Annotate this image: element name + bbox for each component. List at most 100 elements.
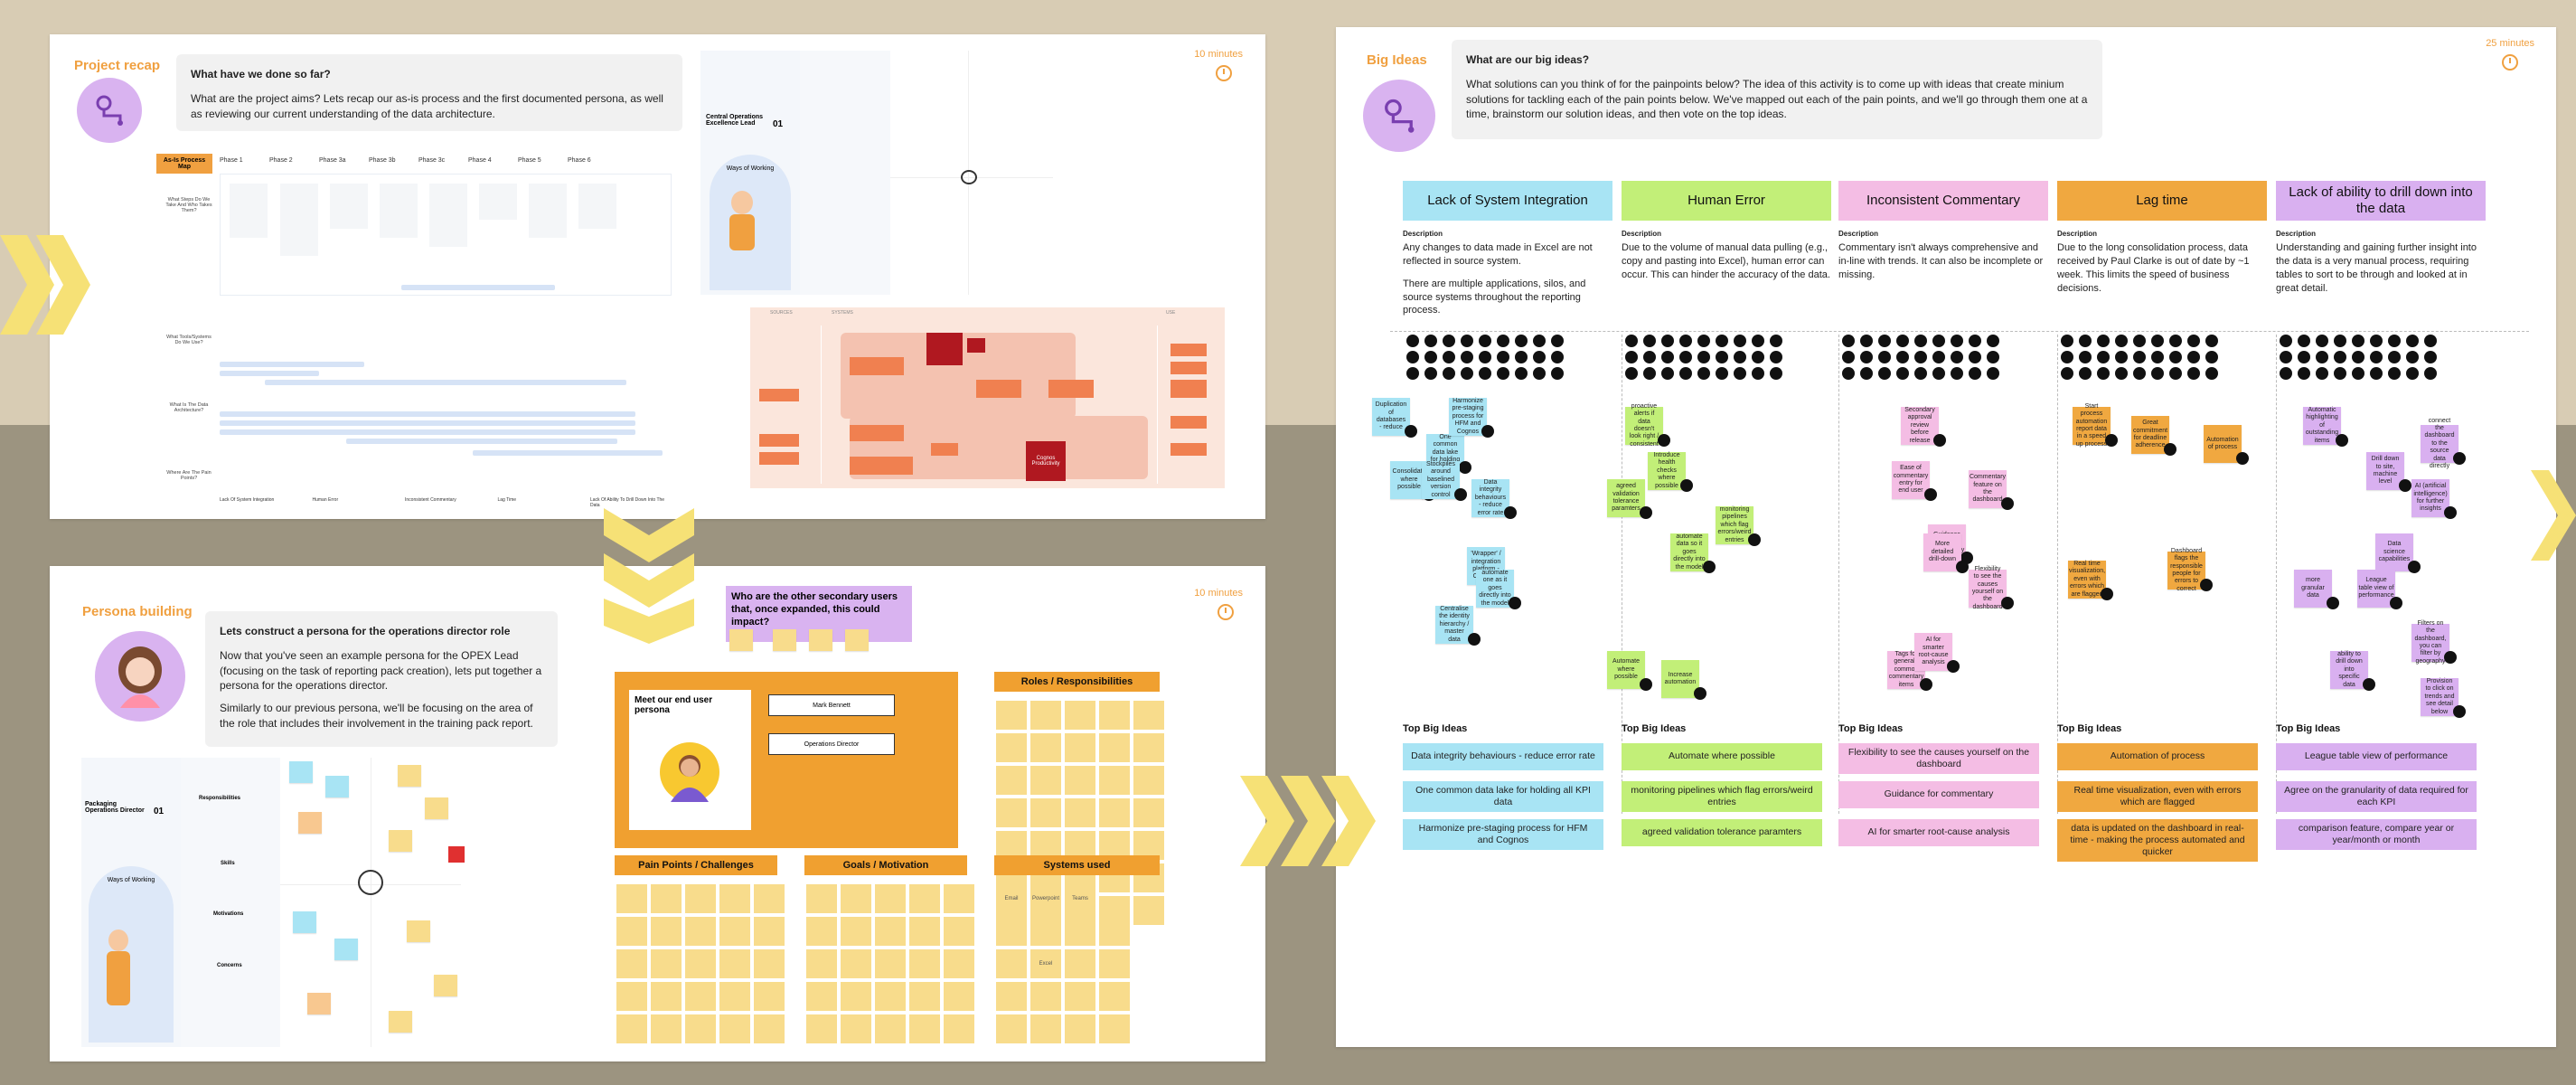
vote-dot[interactable] — [1497, 335, 1509, 347]
top-idea-card[interactable]: Guidance for commentary — [1838, 781, 2039, 808]
vote-dot[interactable] — [1443, 351, 1455, 363]
vote-dot[interactable] — [1679, 351, 1692, 363]
vote-dot[interactable] — [1468, 633, 1481, 646]
vote-dot[interactable] — [2169, 367, 2182, 380]
system-item[interactable]: Email — [996, 884, 1027, 913]
vote-dot[interactable] — [2097, 351, 2110, 363]
sticky-slot[interactable] — [909, 982, 940, 1011]
sticky-slot[interactable] — [685, 884, 716, 913]
vote-dot[interactable] — [1878, 335, 1891, 347]
sticky-slot[interactable] — [806, 917, 837, 946]
vote-dot[interactable] — [1896, 367, 1909, 380]
top-idea-card[interactable]: Automation of process — [2057, 743, 2258, 770]
sticky-slot[interactable] — [841, 1014, 871, 1043]
vote-dot[interactable] — [2334, 351, 2346, 363]
vote-dot[interactable] — [1752, 335, 1764, 347]
top-idea-card[interactable]: Harmonize pre-staging process for HFM an… — [1403, 819, 1603, 851]
vote-dot[interactable] — [1679, 335, 1692, 347]
vote-dot[interactable] — [2079, 335, 2092, 347]
sticky-slot[interactable] — [1065, 701, 1095, 730]
sticky-slot[interactable] — [1030, 701, 1061, 730]
vote-dot[interactable] — [1551, 335, 1564, 347]
vote-dot[interactable] — [2316, 351, 2328, 363]
vote-dot[interactable] — [1459, 461, 1471, 474]
vote-dot[interactable] — [1661, 351, 1674, 363]
sticky-slot[interactable] — [1099, 733, 1130, 762]
vote-dot[interactable] — [1497, 351, 1509, 363]
sticky-slot[interactable] — [651, 982, 682, 1011]
vote-dot[interactable] — [1734, 367, 1746, 380]
vote-dot[interactable] — [1734, 335, 1746, 347]
vote-dot[interactable] — [1661, 367, 1674, 380]
sticky-slot[interactable] — [875, 982, 906, 1011]
vote-dot[interactable] — [1703, 561, 1716, 573]
vote-dot[interactable] — [1842, 367, 1855, 380]
vote-dot[interactable] — [1481, 425, 1494, 438]
sticky-slot[interactable] — [616, 1014, 647, 1043]
vote-dot[interactable] — [1497, 367, 1509, 380]
vote-dots[interactable] — [1625, 335, 1782, 380]
sticky-slot[interactable] — [685, 917, 716, 946]
vote-dot[interactable] — [2061, 335, 2073, 347]
top-idea-card[interactable]: Agree on the granularity of data require… — [2276, 781, 2477, 813]
sticky-slot[interactable] — [806, 884, 837, 913]
vote-dot[interactable] — [1878, 367, 1891, 380]
vote-dot[interactable] — [1443, 367, 1455, 380]
vote-dot[interactable] — [1625, 351, 1638, 363]
sticky-slot[interactable] — [651, 949, 682, 978]
vote-dot[interactable] — [1406, 335, 1419, 347]
vote-dot[interactable] — [1878, 351, 1891, 363]
vote-dot[interactable] — [2352, 335, 2364, 347]
vote-dot[interactable] — [1461, 351, 1473, 363]
vote-dot[interactable] — [1515, 367, 1528, 380]
vote-dot[interactable] — [2388, 335, 2401, 347]
vote-dot[interactable] — [2424, 335, 2437, 347]
data-architecture-diagram[interactable]: SOURCES SYSTEMS USE Cognos Productivity — [750, 307, 1225, 488]
sticky-slot[interactable] — [944, 949, 974, 978]
vote-dot[interactable] — [2316, 335, 2328, 347]
sticky-slot[interactable] — [719, 917, 750, 946]
vote-dot[interactable] — [1748, 533, 1761, 546]
vote-dot[interactable] — [2406, 335, 2419, 347]
persona-card-mini[interactable]: Central Operations Excellence Lead 01 Wa… — [700, 51, 800, 295]
sticky-slot[interactable] — [719, 884, 750, 913]
vote-dot[interactable] — [1679, 367, 1692, 380]
top-idea-card[interactable]: League table view of performance — [2276, 743, 2477, 770]
sticky-slot[interactable] — [944, 884, 974, 913]
user-role-field[interactable]: Operations Director — [768, 733, 895, 755]
vote-dot[interactable] — [1625, 367, 1638, 380]
vote-dot[interactable] — [2298, 367, 2310, 380]
sticky-slot[interactable] — [996, 798, 1027, 827]
vote-dot[interactable] — [2205, 367, 2218, 380]
vote-dot[interactable] — [2079, 367, 2092, 380]
vote-dot[interactable] — [1914, 367, 1927, 380]
sticky-slot[interactable] — [651, 1014, 682, 1043]
vote-dot[interactable] — [2133, 351, 2146, 363]
vote-dot[interactable] — [2133, 367, 2146, 380]
vote-dot[interactable] — [2316, 367, 2328, 380]
vote-dot[interactable] — [1752, 351, 1764, 363]
vote-dot[interactable] — [1933, 434, 1946, 447]
end-user-board[interactable]: Meet our end user persona Mark Bennett O… — [615, 672, 958, 848]
vote-dot[interactable] — [2205, 351, 2218, 363]
vote-dot[interactable] — [1951, 335, 1963, 347]
sticky-slot[interactable] — [806, 982, 837, 1011]
vote-dot[interactable] — [2334, 367, 2346, 380]
sticky-slot[interactable] — [1065, 733, 1095, 762]
vote-dot[interactable] — [2298, 335, 2310, 347]
vote-dot[interactable] — [2169, 335, 2182, 347]
as-is-process-map[interactable]: As-Is Process Map Phase 1 Phase 2 Phase … — [156, 154, 673, 508]
vote-dot[interactable] — [1969, 367, 1981, 380]
vote-dot[interactable] — [1461, 367, 1473, 380]
vote-dot[interactable] — [1914, 351, 1927, 363]
sticky-slot[interactable] — [616, 949, 647, 978]
sticky-slot[interactable] — [1099, 766, 1130, 795]
vote-dot[interactable] — [1920, 678, 1932, 691]
sticky-slot[interactable] — [841, 949, 871, 978]
vote-dot[interactable] — [1643, 351, 1656, 363]
vote-dot[interactable] — [1406, 351, 1419, 363]
sticky-slot[interactable] — [616, 982, 647, 1011]
vote-dot[interactable] — [2200, 579, 2213, 591]
sticky-slot[interactable] — [685, 1014, 716, 1043]
vote-dot[interactable] — [1896, 335, 1909, 347]
